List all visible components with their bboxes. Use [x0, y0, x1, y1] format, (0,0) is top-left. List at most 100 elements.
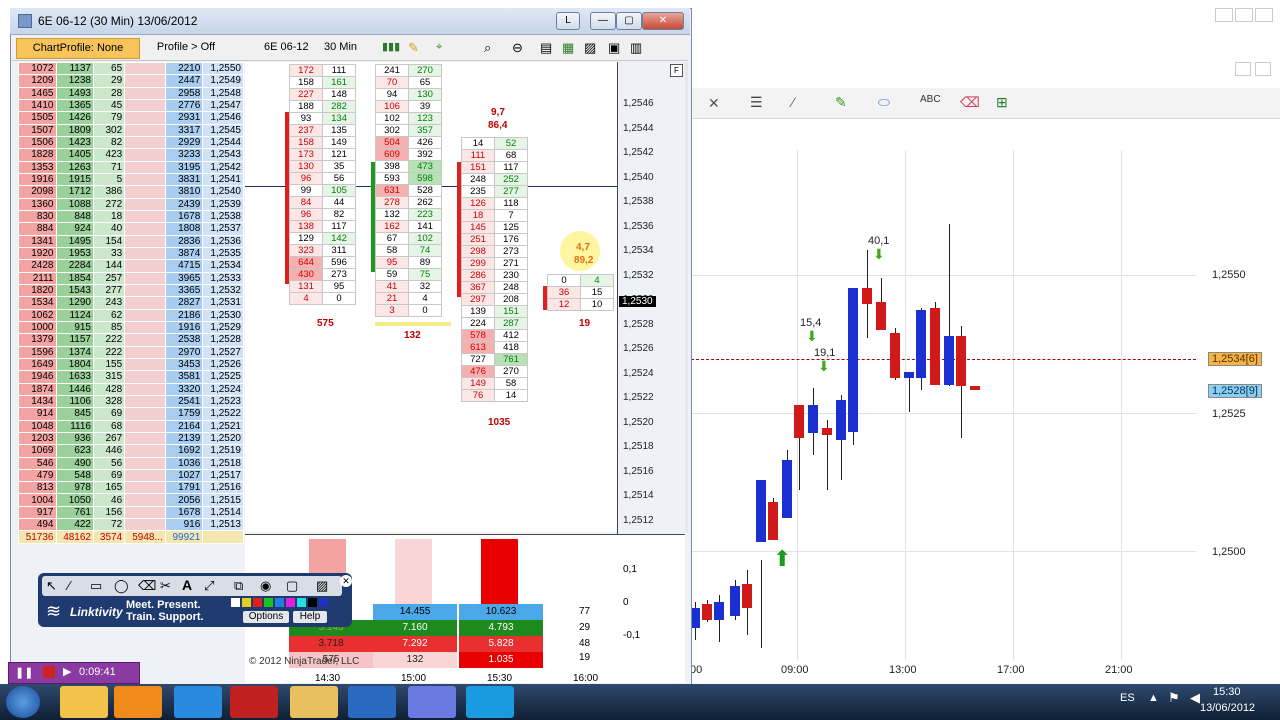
- linktivity-icon[interactable]: [466, 686, 514, 718]
- text-icon[interactable]: A: [182, 577, 192, 593]
- chart-icon[interactable]: ▨: [316, 578, 328, 594]
- mail-icon[interactable]: [290, 686, 338, 718]
- save-icon[interactable]: ▣: [608, 38, 620, 57]
- eraser-icon[interactable]: ⌫: [138, 578, 156, 594]
- profile-cell: [124, 246, 166, 261]
- ask-cell: 273: [322, 268, 356, 281]
- tray-arrow-icon[interactable]: ▲: [1148, 692, 1159, 704]
- link-button[interactable]: L: [556, 12, 580, 30]
- bg-window-controls[interactable]: [1215, 8, 1275, 22]
- maximize-button[interactable]: ▢: [616, 12, 642, 30]
- restore-icon[interactable]: [1235, 62, 1251, 76]
- bid-cell: 172: [289, 64, 323, 77]
- profile-cell: [124, 518, 166, 532]
- grid-icon[interactable]: ▦: [562, 38, 574, 57]
- app-icon[interactable]: [348, 686, 396, 718]
- delta-axis-label: 0,1: [623, 564, 637, 575]
- color-palette[interactable]: [231, 598, 331, 608]
- linktivity-toolbar: ↖ ⁄ ▭ ◯ ⌫ ✂ A ⤢ ⧉ ◉ ▢ ▨ ✕ ≋ Linktivity M…: [38, 573, 352, 627]
- delta-count: 29: [579, 622, 591, 633]
- profile-cell: 1633: [55, 370, 94, 384]
- scissors-icon[interactable]: ✂: [160, 578, 171, 594]
- profile-row: 1203 936 267 2139 1,2520: [18, 431, 244, 446]
- panel-flag[interactable]: F: [670, 64, 683, 77]
- close-icon[interactable]: ✕: [340, 575, 352, 587]
- minimize-button[interactable]: —: [590, 12, 616, 30]
- profile-cell: 1854: [55, 271, 94, 285]
- language-indicator[interactable]: ES: [1120, 692, 1135, 704]
- arrow-cursor-icon[interactable]: ↖: [46, 578, 57, 594]
- image-icon[interactable]: ▨: [584, 38, 596, 57]
- profile-cell: 936: [55, 431, 94, 446]
- line-tool-icon[interactable]: ⁄: [792, 94, 794, 110]
- clock-time[interactable]: 15:30: [1213, 686, 1241, 698]
- ellipse-icon[interactable]: ◯: [114, 578, 129, 594]
- bid-cell: 96: [289, 208, 323, 221]
- candle: [808, 405, 818, 433]
- pencil-icon[interactable]: ✎: [408, 38, 419, 57]
- rectangle-icon[interactable]: ▭: [90, 578, 102, 594]
- expand-icon[interactable]: ⤢: [204, 578, 214, 594]
- close-button[interactable]: ✕: [642, 12, 684, 30]
- ask-cell: 117: [494, 161, 528, 174]
- ellipse-icon[interactable]: ⬭: [878, 94, 890, 111]
- lines-icon[interactable]: ☰: [750, 94, 763, 111]
- layout-icon[interactable]: ▥: [630, 38, 642, 57]
- volume-icon[interactable]: ◀: [1190, 690, 1200, 706]
- price-label: 1,2516: [623, 465, 654, 477]
- profile-cell: 3320: [164, 382, 204, 396]
- crosshair-icon[interactable]: ✕: [708, 95, 720, 112]
- profile-off-button[interactable]: Profile > Off: [140, 38, 232, 57]
- help-button[interactable]: Help: [293, 611, 327, 623]
- start-button[interactable]: [6, 686, 40, 718]
- copy-icon[interactable]: ⧉: [234, 578, 243, 594]
- network-icon[interactable]: ⚑: [1168, 690, 1180, 706]
- profile-cell: 1,2522: [202, 407, 244, 421]
- zoom-icon[interactable]: ⌕: [484, 38, 491, 57]
- properties-icon[interactable]: ▤: [540, 38, 552, 57]
- profile-cell: [124, 86, 166, 100]
- ninjatrader-icon[interactable]: [230, 686, 278, 718]
- bg-time-label: 09:00: [781, 664, 809, 676]
- options-button[interactable]: Options: [243, 611, 289, 623]
- pen-icon[interactable]: ⁄: [68, 578, 70, 593]
- internet-explorer-icon[interactable]: [174, 686, 222, 718]
- close-icon[interactable]: [1255, 8, 1273, 22]
- profile-cell: 2931: [164, 111, 204, 125]
- media-player-icon[interactable]: [114, 686, 162, 718]
- current-price-tag: 1,2530: [619, 296, 656, 307]
- pointer-icon[interactable]: ⌖: [436, 38, 442, 57]
- bg-time-label: 21:00: [1105, 664, 1133, 676]
- clock-date[interactable]: 13/06/2012: [1200, 702, 1255, 714]
- profile-row: 1209 1238 29 2447 1,2549: [18, 74, 244, 88]
- eraser-icon[interactable]: ⌫: [960, 94, 980, 111]
- interval-selector[interactable]: 30 Min: [324, 38, 357, 57]
- ask-cell: 82: [322, 208, 356, 221]
- camera-icon[interactable]: ◉: [260, 578, 271, 594]
- bar-type-icon[interactable]: ▮▮▮: [382, 38, 400, 57]
- annotation-tools: ↖ ⁄ ▭ ◯ ⌫ ✂ A ⤢ ⧉ ◉ ▢ ▨: [42, 576, 342, 596]
- stop-icon[interactable]: [43, 666, 55, 678]
- profile-cell: [124, 382, 166, 396]
- footprint-row: 172 111: [289, 64, 356, 77]
- ask-cell: 392: [408, 148, 442, 161]
- up-arrow-icon: ⬆: [773, 546, 792, 571]
- zoom-out-icon[interactable]: ⊖: [512, 38, 523, 57]
- chat-icon[interactable]: ▢: [286, 578, 298, 594]
- profile-cell: 1,2536: [202, 234, 244, 248]
- minimize-icon[interactable]: [1215, 8, 1233, 22]
- pen-icon[interactable]: ✎: [835, 94, 847, 111]
- text-tool-icon[interactable]: ABC: [920, 94, 941, 105]
- explorer-icon[interactable]: [60, 686, 108, 718]
- play-icon[interactable]: ▶: [63, 665, 71, 678]
- footprint-row: 106 39: [375, 100, 442, 113]
- instrument-selector[interactable]: 6E 06-12: [264, 38, 309, 57]
- chart-profile-dropdown[interactable]: ChartProfile: None: [16, 38, 140, 59]
- restore-icon[interactable]: [1235, 8, 1253, 22]
- clock-app-icon[interactable]: [408, 686, 456, 718]
- tree-icon[interactable]: ⊞: [996, 94, 1008, 111]
- profile-cell: 1596: [18, 345, 57, 359]
- pause-icon[interactable]: ❚❚: [15, 666, 33, 679]
- bg-inner-controls[interactable]: [1235, 62, 1275, 76]
- close-icon[interactable]: [1255, 62, 1271, 76]
